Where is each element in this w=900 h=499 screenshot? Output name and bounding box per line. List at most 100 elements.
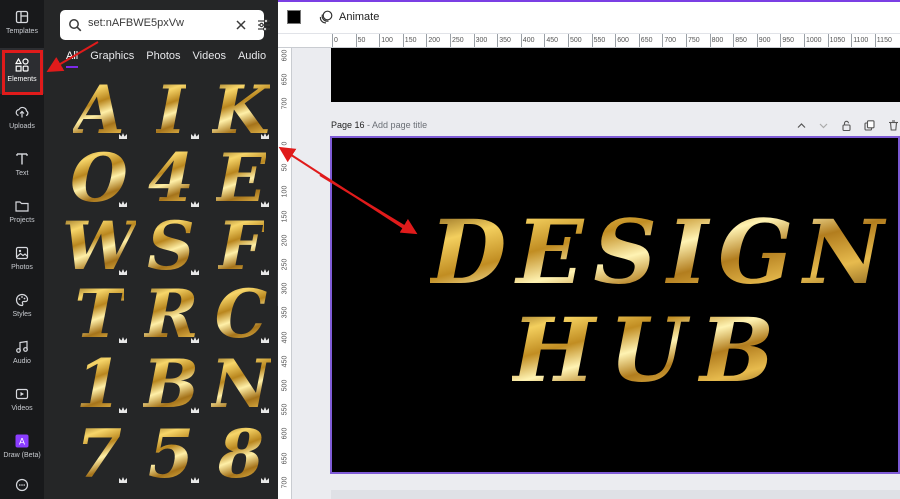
letter-element-tile[interactable]: 5: [138, 421, 204, 487]
rail-item-more[interactable]: [0, 474, 44, 499]
letter-glyph: S: [147, 207, 195, 285]
clear-search-icon[interactable]: [235, 19, 247, 31]
elements-panel: All Graphics Photos Videos Audio AIK O4E W…: [44, 0, 278, 499]
ruler-tick-label: 1000: [804, 34, 822, 47]
ruler-tick-label: 250: [450, 34, 464, 47]
ruler-tick-label: 600: [281, 49, 289, 62]
letter-glyph: 1: [76, 345, 122, 423]
ruler-tick-label: 800: [709, 34, 724, 47]
letter-element-tile[interactable]: A: [66, 77, 132, 143]
rail-item-text[interactable]: Text: [0, 142, 44, 188]
ruler-tick-label: 600: [615, 34, 629, 47]
ruler-tick-label: 0: [332, 34, 338, 47]
ruler-tick-label: 0: [281, 141, 289, 146]
styles-icon: [15, 293, 29, 307]
ruler-tick-label: 150: [402, 34, 417, 47]
letter-element-tile[interactable]: E: [208, 139, 274, 217]
ruler-tick-label: 450: [281, 355, 289, 368]
tab-photos[interactable]: Photos: [146, 50, 180, 68]
headline-design[interactable]: DESIGN: [430, 204, 894, 300]
letter-element-tile[interactable]: B: [138, 351, 204, 417]
letter-glyph: E: [215, 139, 267, 217]
more-apps-icon: [15, 478, 29, 491]
rail-label: Templates: [6, 28, 38, 35]
headline-hub[interactable]: HUB: [512, 302, 788, 398]
ruler-tick-label: 300: [281, 282, 289, 295]
crown-icon: [191, 407, 199, 413]
design-page[interactable]: DESIGN HUB: [330, 136, 900, 474]
letter-element-tile[interactable]: T: [66, 275, 132, 353]
ruler-tick-label: 200: [281, 234, 289, 247]
letter-element-tile[interactable]: S: [138, 207, 204, 285]
color-picker-swatch[interactable]: [287, 10, 301, 24]
horizontal-ruler: 0 50 100 150 200 250 300 350 400 450 500 550 600 650 7…: [278, 34, 900, 48]
rail-item-styles[interactable]: Styles: [0, 283, 44, 329]
letter-glyph: I: [155, 71, 187, 149]
tab-videos[interactable]: Videos: [193, 50, 226, 68]
page-header: Page 16 - Add page title: [331, 120, 428, 130]
ruler-tick-label: 700: [281, 97, 289, 110]
ruler-tick-label: 1050: [827, 34, 846, 47]
search-bar[interactable]: [60, 10, 270, 40]
next-page[interactable]: [331, 490, 900, 499]
ruler-tick-label: 150: [281, 210, 289, 222]
crown-icon: [191, 477, 199, 483]
animate-icon[interactable]: [319, 10, 333, 24]
crown-icon: [261, 407, 269, 413]
ruler-tick-label: 550: [281, 403, 289, 416]
lock-icon[interactable]: [841, 120, 852, 131]
search-icon: [69, 19, 82, 32]
delete-page-icon[interactable]: [888, 120, 899, 131]
rail-item-videos[interactable]: Videos: [0, 377, 44, 423]
ruler-tick-label: 350: [497, 34, 511, 47]
rail-item-draw[interactable]: A Draw (Beta): [0, 424, 44, 470]
rail-item-templates[interactable]: Templates: [0, 0, 44, 46]
elements-highlight-box: [2, 50, 43, 95]
rail-item-audio[interactable]: Audio: [0, 330, 44, 376]
ruler-tick-label: 400: [520, 34, 535, 47]
chevron-up-icon[interactable]: [796, 120, 807, 131]
letter-element-tile[interactable]: O: [66, 145, 132, 211]
rail-item-projects[interactable]: Projects: [0, 189, 44, 235]
ruler-tick-label: 900: [756, 34, 771, 47]
ruler-tick-label: 450: [544, 34, 559, 47]
ruler-tick-label: 500: [568, 34, 582, 47]
animate-button[interactable]: Animate: [339, 11, 379, 23]
videos-icon: [15, 388, 29, 400]
letter-glyph: F: [217, 207, 265, 285]
page-number: Page 16: [331, 120, 365, 130]
letter-element-tile[interactable]: F: [208, 207, 274, 285]
crown-icon: [119, 337, 127, 343]
ruler-tick-label: 1150: [874, 34, 892, 47]
letter-element-tile[interactable]: 7: [66, 415, 132, 493]
letter-element-tile[interactable]: N: [208, 351, 274, 417]
ruler-tick-label: 700: [281, 476, 289, 489]
filter-icon[interactable]: [257, 18, 271, 32]
projects-icon: [15, 201, 29, 212]
previous-page[interactable]: [331, 48, 900, 102]
ruler-tick-label: 300: [473, 34, 488, 47]
rail-label: Projects: [9, 217, 35, 224]
rail-label: Audio: [13, 358, 31, 365]
search-input[interactable]: [88, 17, 208, 29]
letter-element-tile[interactable]: I: [138, 71, 204, 149]
letter-element-tile[interactable]: C: [208, 281, 274, 347]
letter-element-tile[interactable]: 1: [66, 345, 132, 423]
tab-audio[interactable]: Audio: [238, 50, 266, 68]
duplicate-page-icon[interactable]: [864, 120, 875, 131]
tab-graphics[interactable]: Graphics: [90, 50, 134, 68]
rail-item-photos[interactable]: Photos: [0, 236, 44, 282]
tab-all[interactable]: All: [66, 50, 79, 68]
letter-glyph: T: [74, 275, 124, 353]
chevron-down-icon[interactable]: [818, 120, 829, 131]
svg-text:A: A: [19, 437, 25, 447]
rail-item-uploads[interactable]: Uploads: [0, 95, 44, 141]
letter-glyph: 7: [76, 415, 122, 493]
page-title-input[interactable]: Add page title: [372, 120, 427, 130]
letter-element-tile[interactable]: R: [138, 281, 204, 347]
letter-element-tile[interactable]: 8: [208, 421, 274, 487]
letter-element-tile[interactable]: 4: [138, 145, 204, 211]
letter-element-tile[interactable]: W: [62, 213, 136, 279]
ruler-tick-label: 700: [662, 34, 677, 47]
letter-element-tile[interactable]: K: [208, 77, 274, 143]
